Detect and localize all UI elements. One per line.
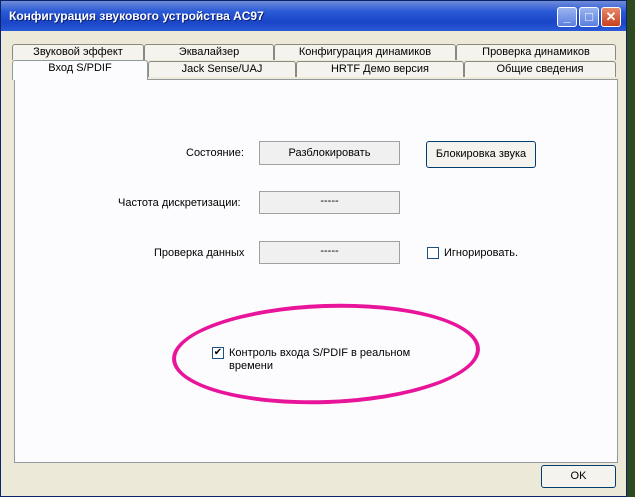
- ignore-checkbox[interactable]: [427, 247, 439, 259]
- data-check-label: Проверка данных: [154, 247, 245, 259]
- maximize-button[interactable]: □: [579, 7, 599, 27]
- tab-jack-sense[interactable]: Jack Sense/UAJ: [148, 61, 296, 77]
- minimize-icon: _: [563, 9, 571, 24]
- sample-rate-label: Частота дискретизации:: [118, 197, 241, 209]
- ignore-label: Игнорировать.: [444, 247, 519, 259]
- title-bar[interactable]: Конфигурация звукового устройства AC97 _…: [1, 1, 626, 31]
- minimize-button[interactable]: _: [557, 7, 577, 27]
- close-icon: ✕: [605, 9, 617, 24]
- ok-button[interactable]: OK: [541, 465, 616, 488]
- status-label: Состояние:: [186, 147, 244, 159]
- dialog-window: Конфигурация звукового устройства AC97 _…: [0, 0, 627, 497]
- tab-spdif-in[interactable]: Вход S/PDIF: [12, 60, 148, 80]
- sample-rate-field: -----: [259, 191, 400, 214]
- tab-speaker-config[interactable]: Конфигурация динамиков: [274, 44, 456, 60]
- close-button[interactable]: ✕: [601, 7, 621, 27]
- spdif-panel: [14, 79, 618, 463]
- tab-sound-effect[interactable]: Звуковой эффект: [12, 44, 144, 60]
- tab-general-info[interactable]: Общие сведения: [464, 61, 616, 77]
- tab-hrtf-demo[interactable]: HRTF Демо версия: [296, 61, 464, 77]
- tab-speaker-test[interactable]: Проверка динамиков: [456, 44, 616, 60]
- maximize-icon: □: [585, 9, 593, 24]
- status-field: Разблокировать: [259, 141, 400, 165]
- window-title: Конфигурация звукового устройства AC97: [9, 9, 264, 23]
- lock-sound-button[interactable]: Блокировка звука: [426, 141, 536, 168]
- data-check-field: -----: [259, 241, 400, 264]
- tab-equalizer[interactable]: Эквалайзер: [144, 44, 274, 60]
